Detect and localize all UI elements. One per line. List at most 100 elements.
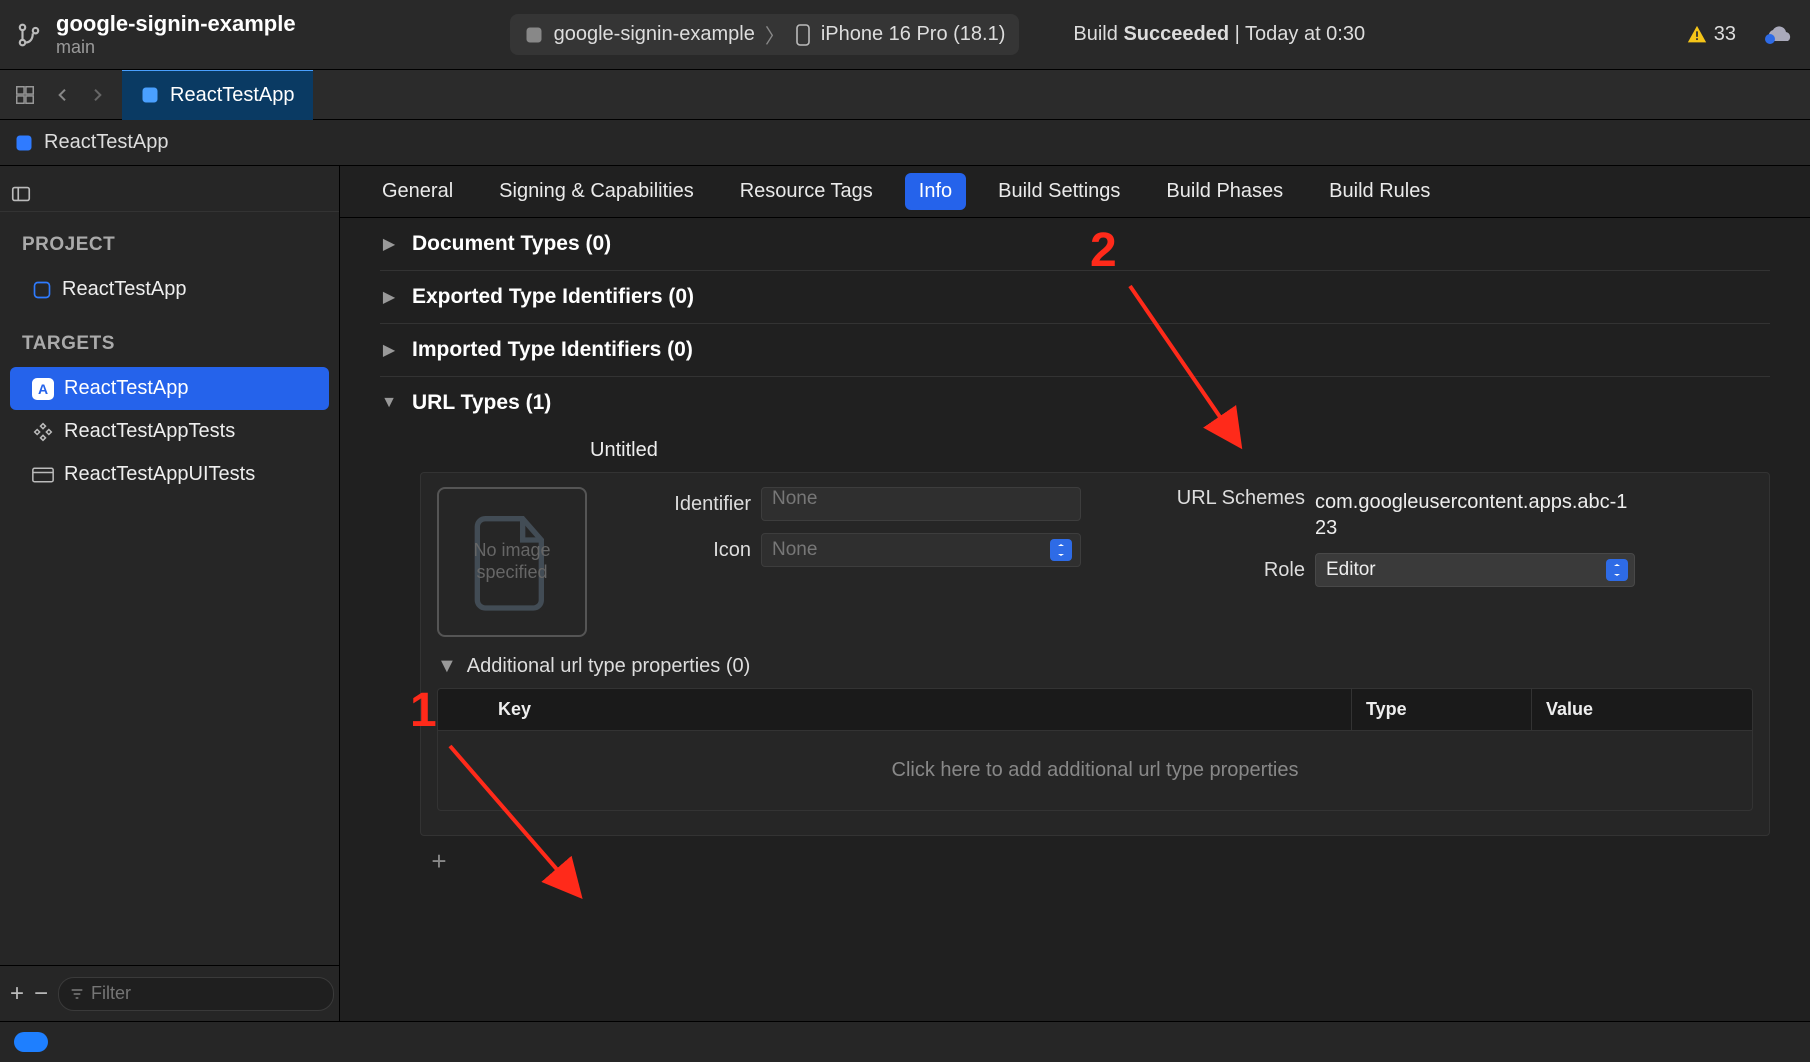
identifier-input[interactable]: None (761, 487, 1081, 521)
section-title: URL Types (1) (412, 391, 551, 415)
build-result: Succeeded (1123, 23, 1229, 45)
identifier-label: Identifier (611, 493, 751, 516)
app-scheme-icon (524, 25, 544, 45)
warning-count: 33 (1714, 23, 1736, 46)
nav-forward-button[interactable] (82, 80, 112, 110)
info-scroll[interactable]: ▶ Document Types (0) ▶ Exported Type Ide… (340, 218, 1810, 1021)
placeholder-text: None (772, 488, 817, 509)
target-label: ReactTestAppUITests (64, 463, 255, 486)
image-well-label: No image specified (439, 540, 585, 583)
fields-right: URL Schemes com.googleusercontent.apps.a… (1145, 487, 1635, 587)
branch-name: main (56, 37, 296, 59)
chevron-down-icon: ▼ (380, 394, 398, 412)
chevron-right-icon: ▶ (380, 287, 398, 307)
sidebar-content: PROJECT ReactTestApp TARGETS A ReactTest… (0, 166, 339, 965)
branch-icon (16, 22, 42, 48)
status-pill[interactable] (14, 1032, 48, 1052)
targets-section-label: TARGETS (0, 311, 339, 367)
image-well[interactable]: No image specified (437, 487, 587, 637)
col-value[interactable]: Value (1532, 689, 1752, 730)
chevron-down-icon: ▼ (437, 655, 457, 678)
tab-resource-tags[interactable]: Resource Tags (726, 173, 887, 210)
nav-arrows (48, 80, 112, 110)
table-head: Key Type Value (438, 689, 1752, 731)
col-key[interactable]: Key (438, 689, 1352, 730)
chevron-right-icon: ▶ (380, 340, 398, 360)
navigator-grid-icon[interactable] (8, 78, 42, 112)
device-name: iPhone 16 Pro (18.1) (821, 23, 1006, 46)
section-exported-types[interactable]: ▶ Exported Type Identifiers (0) (380, 271, 1770, 324)
sidebar-toggle-row[interactable] (0, 176, 339, 212)
build-sep: | (1235, 23, 1240, 45)
url-type-title: Untitled (590, 439, 1770, 462)
sidebar-footer: + − (0, 965, 339, 1021)
section-document-types[interactable]: ▶ Document Types (0) (380, 218, 1770, 271)
role-label: Role (1145, 559, 1305, 582)
url-types-body: Untitled No image specified Identifier N… (380, 429, 1770, 876)
target-item-reacttestappuitests[interactable]: ReactTestAppUITests (10, 453, 329, 496)
tab-reacttestapp[interactable]: ReactTestApp (122, 70, 313, 120)
breadcrumb-bar[interactable]: ReactTestApp (0, 120, 1810, 166)
filter-icon (69, 986, 85, 1002)
url-type-group: No image specified Identifier None Icon … (420, 472, 1770, 836)
xcode-project-icon (140, 85, 160, 105)
warning-icon (1686, 24, 1708, 46)
additional-header[interactable]: ▼ Additional url type properties (0) (437, 655, 1753, 678)
status-bar (0, 1022, 1810, 1062)
table-empty-hint[interactable]: Click here to add additional url type pr… (438, 731, 1752, 810)
tab-strip: ReactTestApp (0, 70, 1810, 120)
project-section-label: PROJECT (0, 212, 339, 268)
additional-table: Key Type Value Click here to add additio… (437, 688, 1753, 811)
cloud-icon[interactable] (1764, 25, 1794, 45)
scheme-separator: 〉 (765, 20, 785, 49)
target-label: ReactTestAppTests (64, 420, 235, 443)
scheme-name: google-signin-example (554, 23, 755, 46)
editor-area: General Signing & Capabilities Resource … (340, 166, 1810, 1021)
add-url-type-row: + (420, 846, 1770, 876)
tab-general[interactable]: General (368, 173, 467, 210)
tab-build-rules[interactable]: Build Rules (1315, 173, 1444, 210)
tab-info[interactable]: Info (905, 173, 966, 210)
combo-arrow-icon (1050, 539, 1072, 561)
section-title: Imported Type Identifiers (0) (412, 338, 693, 362)
scheme-selector[interactable]: google-signin-example 〉 iPhone 16 Pro (1… (510, 14, 1020, 55)
add-target-button[interactable]: + (10, 981, 24, 1007)
target-item-reacttestapptests[interactable]: ReactTestAppTests (10, 410, 329, 453)
project-item[interactable]: ReactTestApp (10, 268, 329, 311)
url-type-form: No image specified Identifier None Icon … (437, 487, 1753, 637)
combo-value: None (772, 539, 817, 561)
icon-label: Icon (611, 539, 751, 562)
col-type[interactable]: Type (1352, 689, 1532, 730)
section-url-types[interactable]: ▼ URL Types (1) (380, 377, 1770, 429)
role-value: Editor (1326, 559, 1376, 581)
build-time: Today at 0:30 (1245, 23, 1365, 45)
warning-badge[interactable]: 33 (1686, 23, 1736, 46)
project-name: google-signin-example (56, 11, 296, 37)
additional-properties: ▼ Additional url type properties (0) Key… (437, 655, 1753, 811)
section-title: Exported Type Identifiers (0) (412, 285, 694, 309)
ui-test-icon (32, 464, 54, 486)
fields-left: Identifier None Icon None (611, 487, 1081, 567)
remove-target-button[interactable]: − (34, 981, 48, 1007)
breadcrumb-label: ReactTestApp (44, 131, 169, 154)
icon-combo[interactable]: None (761, 533, 1081, 567)
section-imported-types[interactable]: ▶ Imported Type Identifiers (0) (380, 324, 1770, 377)
filter-input[interactable] (91, 983, 323, 1004)
add-url-type-button[interactable]: + (424, 846, 454, 876)
nav-back-button[interactable] (48, 80, 78, 110)
tab-signing[interactable]: Signing & Capabilities (485, 173, 708, 210)
tab-build-settings[interactable]: Build Settings (984, 173, 1134, 210)
target-item-reacttestapp[interactable]: A ReactTestApp (10, 367, 329, 410)
tab-label: ReactTestApp (170, 84, 295, 107)
additional-label: Additional url type properties (0) (467, 655, 750, 678)
device-icon (795, 23, 811, 47)
target-filter[interactable] (58, 977, 334, 1011)
xcode-project-icon (32, 280, 52, 300)
project-title-group[interactable]: google-signin-example main (56, 11, 296, 59)
url-schemes-value[interactable]: com.googleusercontent.apps.abc-123 (1315, 487, 1635, 541)
tab-build-phases[interactable]: Build Phases (1152, 173, 1297, 210)
role-combo[interactable]: Editor (1315, 553, 1635, 587)
main-split: PROJECT ReactTestApp TARGETS A ReactTest… (0, 166, 1810, 1022)
unit-test-icon (32, 421, 54, 443)
xcode-project-icon (14, 133, 34, 153)
